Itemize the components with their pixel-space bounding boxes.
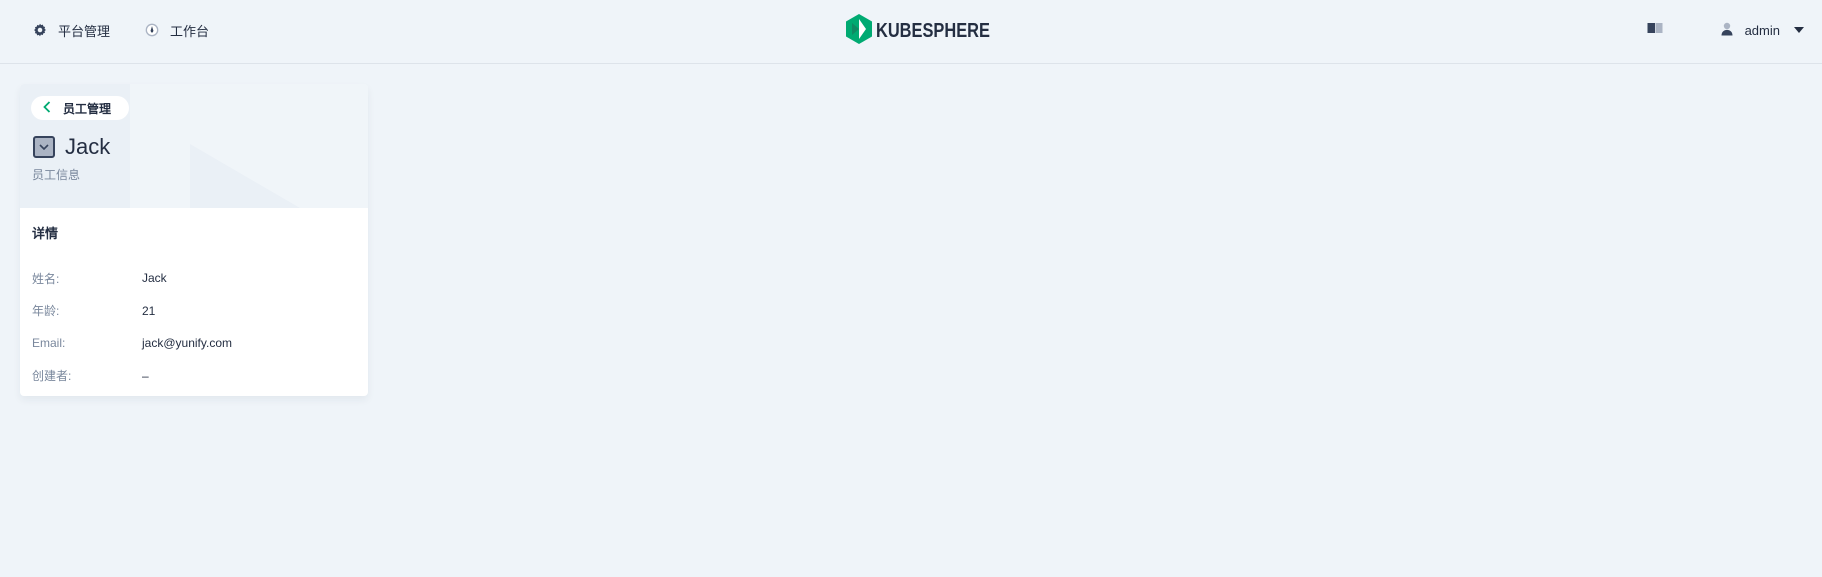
user-name: admin	[1744, 22, 1780, 38]
nav-left: 平台管理 工作台	[32, 0, 209, 60]
kubesphere-logo-text: KUBESPHERE	[876, 19, 990, 42]
chevron-left-icon	[43, 100, 51, 116]
detail-value: 21	[142, 303, 156, 318]
details-section-title: 详情	[32, 226, 59, 241]
page-subtitle: 员工信息	[32, 168, 81, 182]
page-title: Jack	[65, 134, 111, 159]
workbench-link[interactable]: 工作台	[144, 21, 209, 40]
document-icon[interactable]	[1647, 21, 1663, 39]
detail-value: Jack	[142, 271, 167, 286]
platform-management-link[interactable]: 平台管理	[32, 21, 110, 40]
dashboard-icon	[144, 22, 160, 38]
caret-down-icon	[1794, 27, 1804, 33]
user-avatar-icon	[1721, 22, 1733, 39]
resource-icon	[33, 136, 55, 158]
detail-key: 创建者:	[32, 369, 72, 384]
detail-row-email: Email: jack@yunify.com	[32, 327, 352, 360]
platform-management-label: 平台管理	[58, 23, 111, 39]
user-menu[interactable]: admin	[1721, 22, 1804, 39]
detail-key: 年龄:	[32, 304, 60, 319]
back-button-label: 员工管理	[63, 101, 112, 116]
title-row: Jack	[33, 134, 110, 160]
detail-value: jack@yunify.com	[142, 336, 232, 351]
workbench-label: 工作台	[170, 23, 210, 39]
gear-icon	[32, 22, 48, 38]
detail-key: Email:	[32, 336, 66, 351]
top-navigation-bar: 平台管理 工作台 KUBESPHERE admin	[0, 0, 1822, 64]
employee-detail-card: 员工管理 Jack 员工信息 详情 姓名: Jack 年龄: 21 Email:…	[20, 84, 368, 396]
detail-row-name: 姓名: Jack	[32, 262, 352, 295]
detail-key: 姓名:	[32, 271, 60, 286]
detail-value: –	[142, 368, 149, 383]
card-header: 员工管理 Jack 员工信息	[20, 84, 368, 208]
kubesphere-logo-icon	[846, 13, 872, 49]
detail-row-creator: 创建者: –	[32, 360, 352, 393]
back-to-employee-management-button[interactable]: 员工管理	[31, 96, 130, 120]
kubesphere-logo[interactable]: KUBESPHERE	[846, 13, 1015, 49]
detail-list: 姓名: Jack 年龄: 21 Email: jack@yunify.com 创…	[32, 262, 352, 392]
detail-row-age: 年龄: 21	[32, 295, 352, 328]
nav-right: admin	[1647, 0, 1804, 60]
